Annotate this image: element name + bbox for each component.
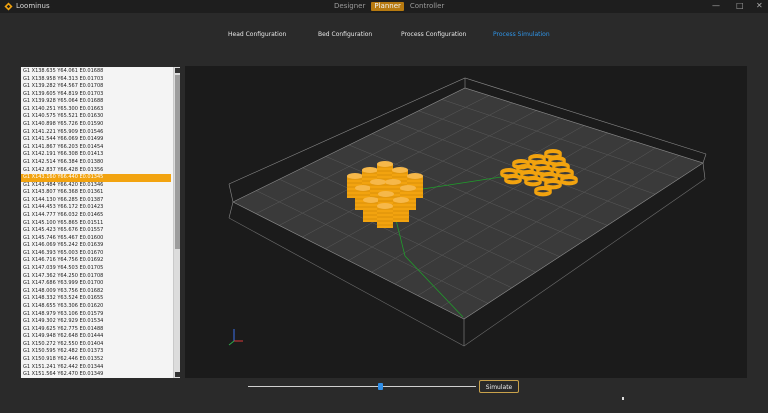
gcode-line[interactable]: G1 X146.393 Y65.003 E0.01670 — [21, 250, 171, 258]
simulate-button[interactable]: Simulate — [479, 380, 519, 393]
gcode-line[interactable]: G1 X144.130 Y66.285 E0.01387 — [21, 197, 171, 205]
tab-process-simulation[interactable]: Process Simulation — [493, 31, 550, 38]
gcode-line[interactable]: G1 X140.575 Y65.521 E0.01630 — [21, 113, 171, 121]
tab-process-configuration[interactable]: Process Configuration — [401, 31, 466, 38]
gcode-line[interactable]: G1 X139.605 Y64.819 E0.01703 — [21, 91, 171, 99]
scroll-down-arrow-icon[interactable] — [175, 372, 180, 377]
title-bar: Loominus Designer Planner Controller — □… — [0, 0, 768, 13]
gcode-line[interactable]: G1 X148.655 Y63.306 E0.01620 — [21, 303, 171, 311]
gcode-line[interactable]: G1 X144.777 Y66.032 E0.01465 — [21, 212, 171, 220]
gcode-line[interactable]: G1 X141.221 Y65.909 E0.01546 — [21, 129, 171, 137]
viewport-canvas — [228, 77, 707, 347]
gcode-line[interactable]: G1 X149.302 Y62.929 E0.01534 — [21, 318, 171, 326]
scroll-thumb[interactable] — [175, 75, 180, 249]
extrusion-top — [363, 197, 379, 203]
simulation-slider-handle[interactable] — [378, 383, 384, 390]
gcode-line[interactable]: G1 X151.564 Y62.470 E0.01349 — [21, 371, 171, 378]
extrusion-top — [370, 179, 386, 185]
gcode-line[interactable]: G1 X149.625 Y62.775 E0.01488 — [21, 326, 171, 334]
simulation-viewport[interactable] — [185, 66, 747, 378]
extrusion-top — [355, 185, 371, 191]
gcode-line[interactable]: G1 X150.595 Y62.482 E0.01373 — [21, 348, 171, 356]
mouse-cursor-icon — [622, 397, 624, 400]
gcode-line[interactable]: G1 X147.362 Y64.250 E0.01708 — [21, 273, 171, 281]
extrusion-top — [362, 167, 378, 173]
gcode-line[interactable]: G1 X139.282 Y64.567 E0.01708 — [21, 83, 171, 91]
gcode-line[interactable]: G1 X147.039 Y64.503 E0.01705 — [21, 265, 171, 273]
gcode-list[interactable]: G1 X138.635 Y64.061 E0.01688 G1 X138.958 … — [21, 68, 171, 378]
gcode-line[interactable]: G1 X141.544 Y66.069 E0.01499 — [21, 136, 171, 144]
mode-switcher: Designer Planner Controller — [331, 2, 447, 11]
bed-surface — [233, 88, 703, 319]
gcode-line[interactable]: G1 X140.898 Y65.726 E0.01590 — [21, 121, 171, 129]
maximize-button[interactable]: □ — [736, 1, 744, 11]
gcode-line[interactable]: G1 X142.514 Y66.384 E0.01380 — [21, 159, 171, 167]
extrusion-top — [347, 173, 363, 179]
gcode-line[interactable]: G1 X150.272 Y62.550 E0.01404 — [21, 341, 171, 349]
gcode-line[interactable]: G1 X146.716 Y64.756 E0.01692 — [21, 257, 171, 265]
mode-controller[interactable]: Controller — [407, 2, 447, 11]
gcode-line[interactable]: G1 X148.979 Y63.106 E0.01579 — [21, 311, 171, 319]
gcode-line[interactable]: G1 X147.686 Y63.999 E0.01700 — [21, 280, 171, 288]
scroll-up-arrow-icon[interactable] — [175, 68, 180, 73]
app-title: Loominus — [16, 2, 50, 10]
gcode-line[interactable]: G1 X151.241 Y62.442 E0.01344 — [21, 364, 171, 372]
gcode-line[interactable]: G1 X142.837 Y66.428 E0.01356 — [21, 167, 171, 175]
app-logo-icon — [4, 2, 13, 11]
gcode-scrollbar[interactable] — [173, 67, 180, 378]
axis-gizmo-icon — [228, 329, 243, 346]
gcode-line[interactable]: G1 X145.423 Y65.676 E0.01557 — [21, 227, 171, 235]
extrusion-top — [407, 173, 423, 179]
gcode-line[interactable]: G1 X143.160 Y66.440 E0.01345 — [21, 174, 171, 182]
close-button[interactable]: ✕ — [756, 1, 763, 11]
gcode-line[interactable]: G1 X143.484 Y66.420 E0.01346 — [21, 182, 171, 190]
minimize-button[interactable]: — — [712, 1, 720, 11]
gcode-line[interactable]: G1 X138.635 Y64.061 E0.01688 — [21, 68, 171, 76]
tab-bed-configuration[interactable]: Bed Configuration — [318, 31, 372, 38]
gcode-line[interactable]: G1 X144.453 Y66.172 E0.01423 — [21, 204, 171, 212]
bed-grid — [232, 87, 704, 320]
extrusion-top — [377, 161, 393, 167]
gcode-line[interactable]: G1 X148.332 Y63.524 E0.01655 — [21, 295, 171, 303]
gcode-line[interactable]: G1 X141.867 Y66.203 E0.01454 — [21, 144, 171, 152]
gcode-line[interactable]: G1 X138.958 Y64.313 E0.01703 — [21, 76, 171, 84]
gcode-line[interactable]: G1 X142.191 Y66.308 E0.01413 — [21, 151, 171, 159]
extrusion-top — [400, 185, 416, 191]
gcode-line[interactable]: G1 X145.100 Y65.865 E0.01511 — [21, 220, 171, 228]
mode-planner[interactable]: Planner — [371, 2, 404, 11]
extrusion-top — [393, 197, 409, 203]
gcode-line[interactable]: G1 X148.009 Y63.756 E0.01682 — [21, 288, 171, 296]
tab-head-configuration[interactable]: Head Configuration — [228, 31, 286, 38]
extrusion-top — [385, 179, 401, 185]
extrusion-top — [378, 191, 394, 197]
extrusion-top — [377, 203, 393, 209]
gcode-line[interactable]: G1 X146.069 Y65.242 E0.01639 — [21, 242, 171, 250]
gcode-line[interactable]: G1 X149.948 Y62.648 E0.01444 — [21, 333, 171, 341]
extrusion-top — [392, 167, 408, 173]
config-tabs: Head Configuration Bed Configuration Pro… — [0, 31, 768, 41]
gcode-list-panel[interactable]: G1 X138.635 Y64.061 E0.01688 G1 X138.958 … — [21, 67, 180, 378]
mode-designer[interactable]: Designer — [331, 2, 368, 11]
gcode-line[interactable]: G1 X150.918 Y62.446 E0.01352 — [21, 356, 171, 364]
gcode-line[interactable]: G1 X139.928 Y65.064 E0.01688 — [21, 98, 171, 106]
simulation-slider-track[interactable] — [248, 386, 476, 387]
gcode-line[interactable]: G1 X143.807 Y66.368 E0.01361 — [21, 189, 171, 197]
gcode-line[interactable]: G1 X145.746 Y65.467 E0.01600 — [21, 235, 171, 243]
gcode-line[interactable]: G1 X140.251 Y65.300 E0.01663 — [21, 106, 171, 114]
